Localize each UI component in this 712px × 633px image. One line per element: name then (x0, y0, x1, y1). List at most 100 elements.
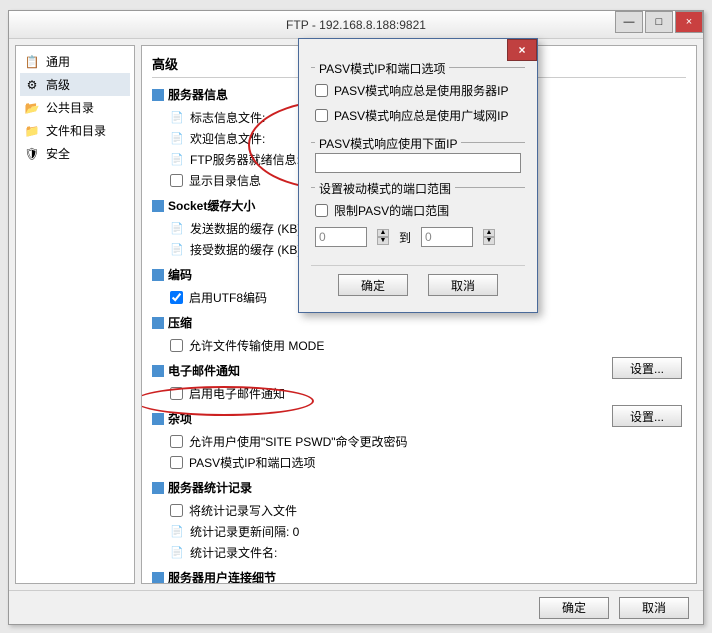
file-icon: 📄 (170, 132, 184, 146)
section-icon (152, 200, 164, 212)
section-icon (152, 269, 164, 281)
minimize-button[interactable]: — (615, 11, 643, 33)
file-icon: 📄 (170, 111, 184, 125)
setting-checkbox[interactable] (170, 504, 183, 517)
section-header[interactable]: 服务器用户连接细节 (152, 569, 686, 584)
gear-icon: ⚙ (24, 77, 40, 93)
setting-item: PASV模式IP和端口选项 (152, 452, 686, 473)
sidebar-item-label: 公共目录 (46, 99, 94, 116)
group-legend: PASV模式IP和端口选项 (315, 60, 449, 77)
popup-titlebar[interactable]: × (299, 39, 537, 61)
limit-port-range-checkbox[interactable] (315, 204, 328, 217)
popup-body: PASV模式IP和端口选项 PASV模式响应总是使用服务器IP PASV模式响应… (299, 61, 537, 312)
pasv-ip-group: PASV模式IP和端口选项 PASV模式响应总是使用服务器IP PASV模式响应… (311, 67, 525, 132)
use-server-ip-checkbox[interactable] (315, 84, 328, 97)
port-from-spinner[interactable]: 0 (315, 227, 367, 247)
maximize-button[interactable]: □ (645, 11, 673, 33)
section-label: 电子邮件通知 (168, 362, 240, 379)
setting-label: 统计记录文件名: (190, 544, 277, 561)
sidebar-item-files[interactable]: 📁 文件和目录 (20, 119, 130, 142)
file-icon: 📄 (170, 153, 184, 167)
folder-icon: 📁 (24, 123, 40, 139)
setting-checkbox[interactable] (170, 291, 183, 304)
section-header[interactable]: 杂项 (152, 410, 686, 427)
sidebar-item-general[interactable]: 📋 通用 (20, 50, 130, 73)
pasv-settings-dialog: × PASV模式IP和端口选项 PASV模式响应总是使用服务器IP PASV模式… (298, 38, 538, 313)
sidebar-item-advanced[interactable]: ⚙ 高级 (20, 73, 130, 96)
setting-item: 📄 统计记录更新间隔: 0 (152, 521, 686, 542)
sidebar-item-label: 高级 (46, 76, 70, 93)
section-header[interactable]: 电子邮件通知 (152, 362, 686, 379)
setting-checkbox[interactable] (170, 174, 183, 187)
popup-footer: 确定 取消 (311, 265, 525, 300)
setting-label: 标志信息文件: (190, 109, 265, 126)
folder-icon: 📂 (24, 100, 40, 116)
section-header[interactable]: 服务器统计记录 (152, 479, 686, 496)
section-icon (152, 572, 164, 584)
section-label: Socket缓存大小 (168, 197, 255, 214)
setting-label: 允许用户使用"SITE PSWD"命令更改密码 (189, 433, 408, 450)
setting-label: 接受数据的缓存 (KB): 0 (190, 241, 315, 258)
section-icon (152, 317, 164, 329)
section-label: 压缩 (168, 314, 192, 331)
section-icon (152, 365, 164, 377)
section-header[interactable]: 压缩 (152, 314, 686, 331)
file-icon: 📄 (170, 222, 184, 236)
setting-label: 统计记录更新间隔: 0 (190, 523, 299, 540)
setting-label: 将统计记录写入文件 (189, 502, 297, 519)
section-icon (152, 413, 164, 425)
file-icon: 📄 (170, 546, 184, 560)
sidebar-item-public-dir[interactable]: 📂 公共目录 (20, 96, 130, 119)
sidebar-item-label: 通用 (46, 53, 70, 70)
setting-label: 启用电子邮件通知 (189, 385, 285, 402)
section-icon (152, 89, 164, 101)
setting-checkbox[interactable] (170, 387, 183, 400)
settings-button[interactable]: 设置... (612, 357, 682, 379)
sidebar-item-label: 文件和目录 (46, 122, 106, 139)
close-button[interactable]: × (675, 11, 703, 33)
setting-label: 显示目录信息 (189, 172, 261, 189)
popup-cancel-button[interactable]: 取消 (428, 274, 498, 296)
sidebar-item-label: 安全 (46, 145, 70, 162)
setting-checkbox[interactable] (170, 339, 183, 352)
group-legend: PASV模式响应使用下面IP (315, 135, 461, 152)
titlebar[interactable]: FTP - 192.168.8.188:9821 — □ × (9, 11, 703, 39)
setting-item: 启用电子邮件通知 (152, 383, 686, 404)
popup-close-button[interactable]: × (507, 39, 537, 61)
port-to-spinner[interactable]: 0 (421, 227, 473, 247)
setting-label: 欢迎信息文件: (190, 130, 265, 147)
setting-label: PASV模式IP和端口选项 (189, 454, 315, 471)
shield-icon: 🛡 (24, 146, 40, 162)
section-label: 编码 (168, 266, 192, 283)
settings-button[interactable]: 设置... (612, 405, 682, 427)
spinner-arrows-icon[interactable]: ▲▼ (483, 229, 495, 245)
custom-ip-input[interactable] (315, 153, 521, 173)
group-legend: 设置被动模式的端口范围 (315, 180, 455, 197)
setting-label: FTP服务器就绪信息: (190, 151, 300, 168)
file-icon: 📄 (170, 525, 184, 539)
window-title: FTP - 192.168.8.188:9821 (9, 18, 703, 32)
checkbox-label: PASV模式响应总是使用服务器IP (334, 82, 508, 99)
sidebar-item-security[interactable]: 🛡 安全 (20, 142, 130, 165)
section-label: 服务器用户连接细节 (168, 569, 276, 584)
list-icon: 📋 (24, 54, 40, 70)
section-icon (152, 482, 164, 494)
setting-checkbox[interactable] (170, 456, 183, 469)
popup-ok-button[interactable]: 确定 (338, 274, 408, 296)
ok-button[interactable]: 确定 (539, 597, 609, 619)
use-wan-ip-checkbox[interactable] (315, 109, 328, 122)
pasv-custom-ip-group: PASV模式响应使用下面IP (311, 142, 525, 177)
setting-item: 📄 统计记录文件名: (152, 542, 686, 563)
file-icon: 📄 (170, 243, 184, 257)
setting-checkbox[interactable] (170, 435, 183, 448)
setting-label: 启用UTF8编码 (189, 289, 267, 306)
spinner-arrows-icon[interactable]: ▲▼ (377, 229, 389, 245)
checkbox-label: 限制PASV的端口范围 (334, 202, 449, 219)
dialog-footer: 确定 取消 (9, 590, 703, 624)
setting-label: 发送数据的缓存 (KB): 0 (190, 220, 315, 237)
setting-item: 将统计记录写入文件 (152, 500, 686, 521)
to-label: 到 (399, 229, 411, 246)
cancel-button[interactable]: 取消 (619, 597, 689, 619)
section-label: 杂项 (168, 410, 192, 427)
window-controls: — □ × (613, 11, 703, 33)
